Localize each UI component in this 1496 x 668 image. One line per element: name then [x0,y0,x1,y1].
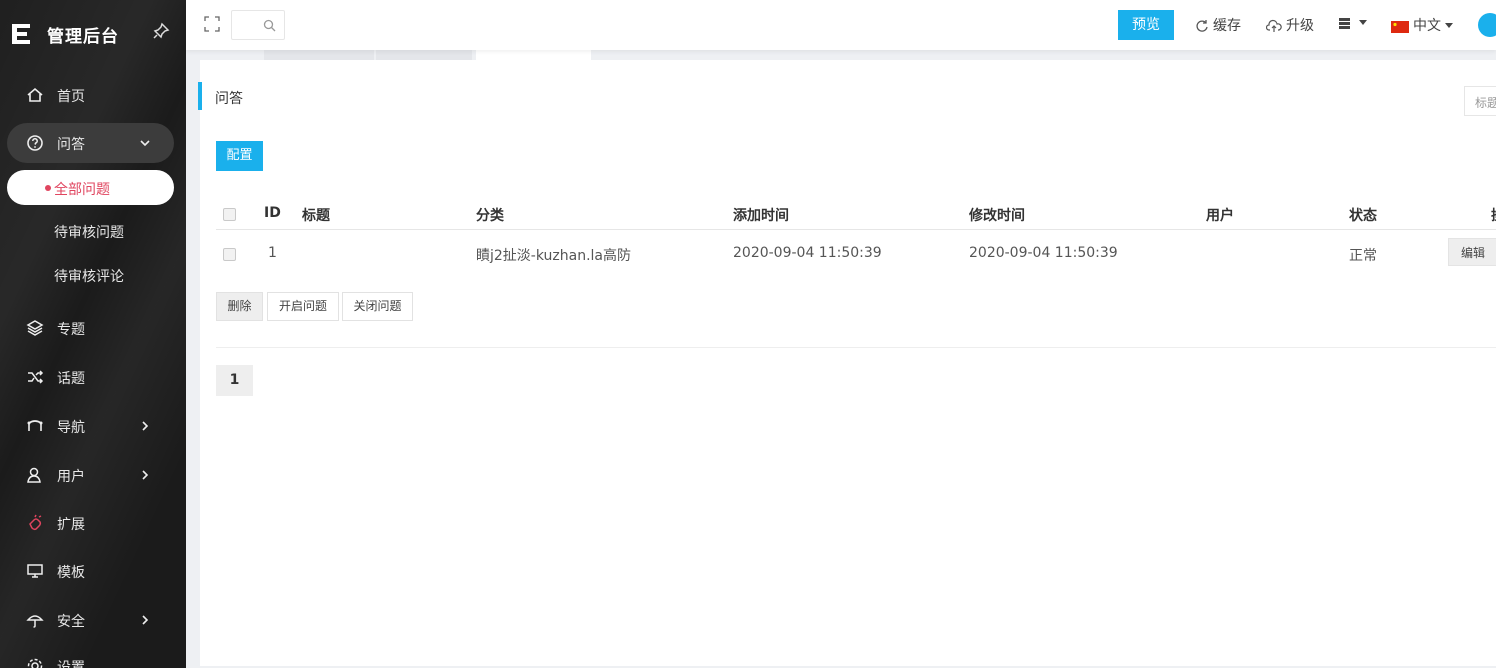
top-search-input[interactable] [232,11,262,39]
sidebar-item-label: 专题 [57,322,85,338]
sidebar-item-subjects[interactable]: 话题 [0,357,186,397]
divider [216,347,1496,348]
sidebar-item-label: 安全 [57,614,85,630]
search-icon[interactable] [263,19,276,32]
server-icon [1339,18,1350,29]
row-checkbox[interactable] [223,248,236,261]
section-accent-bar [198,82,202,110]
sidebar-item-topics[interactable]: 专题 [0,308,186,348]
question-icon [27,135,43,151]
home-icon [27,87,43,102]
main-panel: 问答 标题 配置 ID 标题 分类 添加时间 修改时间 用户 状态 操作 1 瞔… [198,60,1496,666]
sidebar-item-label: 用户 [57,469,85,485]
table-header: ID 标题 分类 添加时间 修改时间 用户 状态 操作 [216,200,1496,230]
sidebar-item-templates[interactable]: 模板 [0,551,186,591]
section-title: 问答 [215,91,243,107]
brand: 管理后台 [0,0,186,64]
open-question-button[interactable]: 开启问题 [267,292,339,321]
row-category[interactable]: 瞔j2扯淡-kuzhan.la高防 [476,245,631,265]
chevron-right-icon [142,615,149,625]
table-row: 1 瞔j2扯淡-kuzhan.la高防 2020-09-04 11:50:39 … [216,230,1496,276]
col-modified-time: 修改时间 [969,208,1025,224]
server-menu[interactable] [1338,15,1367,31]
topbar: 预览 缓存 升级 中文 [186,0,1496,50]
sidebar-item-label: 模板 [57,565,85,581]
col-status: 状态 [1349,208,1377,224]
avatar[interactable] [1478,13,1496,37]
sidebar-subitem-pending-comments[interactable]: 待审核评论 [54,266,124,286]
row-id: 1 [268,245,277,261]
close-question-button[interactable]: 关闭问题 [342,292,413,321]
monitor-icon [27,564,43,578]
top-search[interactable] [231,10,285,40]
upgrade-label: 升级 [1286,18,1314,34]
logo-icon [12,24,30,44]
chevron-right-icon [142,470,149,480]
col-title: 标题 [302,208,330,224]
fullscreen-icon[interactable] [204,16,220,32]
sidebar-item-settings[interactable]: 设置 [0,646,186,668]
user-icon [27,467,41,483]
navigation-icon [27,420,43,431]
cache-label: 缓存 [1213,18,1241,34]
cloud-upload-icon [1265,19,1282,32]
sidebar-item-label: 扩展 [57,517,85,533]
shuffle-icon [28,370,44,384]
col-added-time: 添加时间 [733,208,789,224]
sidebar-item-label: 首页 [57,89,85,105]
language-label: 中文 [1413,18,1441,34]
row-status: 正常 [1349,248,1377,264]
col-user: 用户 [1206,208,1234,224]
sidebar-item-home[interactable]: 首页 [0,75,186,115]
active-dot [45,185,51,191]
refresh-icon [1196,20,1208,32]
pin-icon[interactable] [152,22,170,40]
sidebar-item-label: 问答 [57,137,85,153]
sidebar-item-security[interactable]: 安全 [0,600,186,640]
sidebar-item-label: 设置 [57,660,85,668]
umbrella-icon [26,615,44,628]
delete-button[interactable]: 删除 [216,292,263,321]
extension-icon [29,514,42,531]
col-category: 分类 [476,208,504,224]
language-selector[interactable]: 中文 [1391,15,1453,35]
row-modified-time: 2020-09-04 11:50:39 [969,245,1118,261]
gear-icon [27,658,43,668]
col-id: ID [264,205,281,221]
chevron-down-icon [140,140,150,147]
sidebar: 管理后台 首页 问答 全部问题 待审核问题 待审核评论 专题 话题 导航 用户 [0,0,186,668]
sidebar-item-label: 话题 [57,371,85,387]
sidebar-subitem-pending-questions[interactable]: 待审核问题 [54,222,124,242]
title-search-input[interactable]: 标题 [1464,86,1496,116]
preview-button[interactable]: 预览 [1118,10,1174,40]
sidebar-item-extensions[interactable]: 扩展 [0,503,186,543]
sidebar-subitem-all-questions[interactable]: 全部问题 [7,170,174,205]
cache-button[interactable]: 缓存 [1195,15,1241,35]
sidebar-item-label: 导航 [57,420,85,436]
layers-icon [26,320,44,336]
chevron-right-icon [142,421,149,431]
sidebar-subitem-label: 全部问题 [54,182,110,198]
caret-down-icon [1359,20,1367,25]
edit-button[interactable]: 编辑 [1448,238,1496,266]
caret-down-icon [1445,23,1453,28]
sidebar-item-qa[interactable]: 问答 [7,123,174,163]
pagination-page-1[interactable]: 1 [216,365,253,396]
select-all-checkbox[interactable] [223,208,236,221]
upgrade-button[interactable]: 升级 [1265,15,1314,35]
row-added-time: 2020-09-04 11:50:39 [733,245,882,261]
china-flag-icon [1391,21,1409,33]
col-actions: 操作 [1491,205,1496,225]
brand-title: 管理后台 [47,27,119,47]
sidebar-item-navigation[interactable]: 导航 [0,406,186,446]
config-button[interactable]: 配置 [216,141,263,171]
sidebar-item-users[interactable]: 用户 [0,455,186,495]
